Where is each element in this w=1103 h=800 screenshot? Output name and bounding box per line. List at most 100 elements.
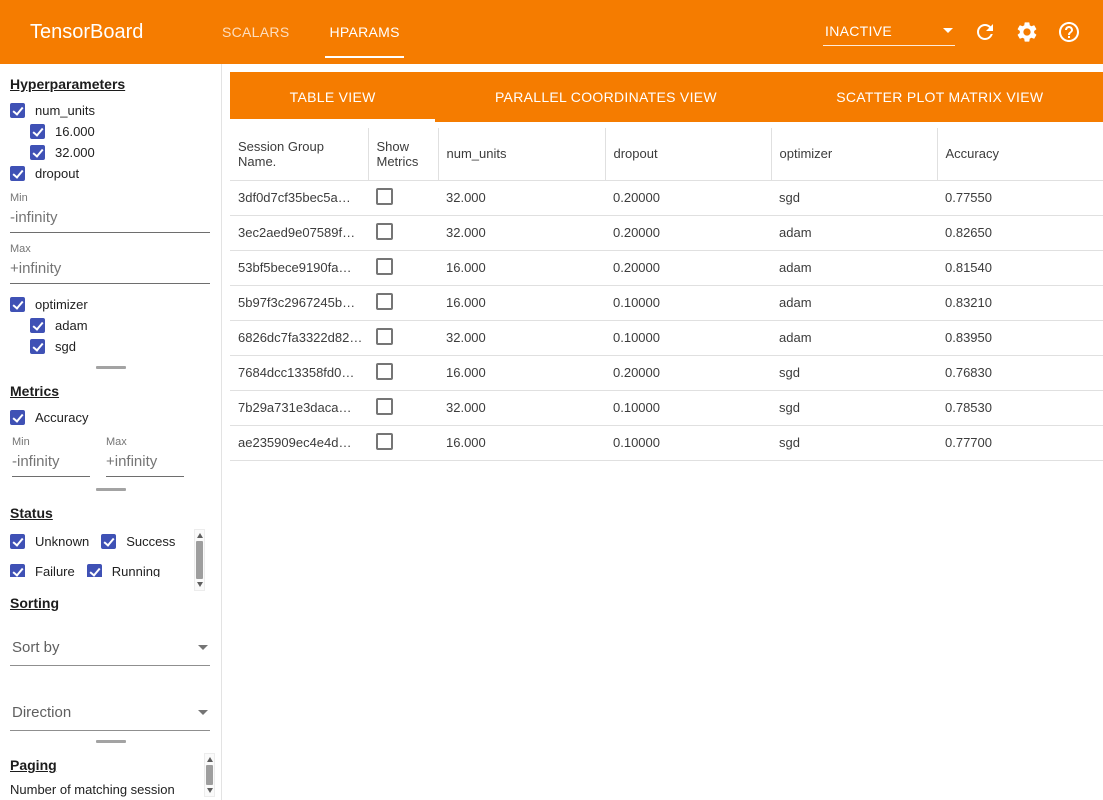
paging-scrollbar[interactable] xyxy=(204,753,215,797)
status-failure-label: Failure xyxy=(35,564,75,577)
show-metrics-checkbox[interactable] xyxy=(376,258,393,275)
column-header-optimizer[interactable]: optimizer xyxy=(771,128,937,180)
tab-parallel-coordinates-view[interactable]: PARALLEL COORDINATES VIEW xyxy=(435,72,776,122)
optimizer-cell: sgd xyxy=(771,355,937,390)
column-header-show-metrics[interactable]: Show Metrics xyxy=(368,128,438,180)
tab-table-view[interactable]: TABLE VIEW xyxy=(230,72,435,122)
scroll-down-icon[interactable] xyxy=(197,582,203,587)
accuracy-cell: 0.81540 xyxy=(937,250,1103,285)
hparam-num-units-value-16[interactable]: 16.000 xyxy=(30,121,211,142)
status-running-checkbox[interactable] xyxy=(87,564,102,577)
paging-summary: Number of matching session groups: 8 xyxy=(10,781,188,800)
show-metrics-checkbox[interactable] xyxy=(376,223,393,240)
direction-value: Direction xyxy=(12,704,71,721)
num-units-cell: 16.000 xyxy=(438,285,605,320)
optimizer-checkbox[interactable] xyxy=(10,297,25,312)
accuracy-checkbox[interactable] xyxy=(10,410,25,425)
table-row: 5b97f3c2967245b…16.0000.10000adam0.83210 xyxy=(230,285,1103,320)
status-running[interactable]: Running xyxy=(87,561,160,577)
table-row: 7b29a731e3daca…32.0000.10000sgd0.78530 xyxy=(230,390,1103,425)
metric-max-input[interactable] xyxy=(106,449,184,477)
dropout-max-input[interactable] xyxy=(10,256,210,284)
header-tabs: SCALARS HPARAMS xyxy=(202,0,420,64)
scroll-down-icon[interactable] xyxy=(207,788,213,793)
status-failure[interactable]: Failure xyxy=(10,561,75,577)
chevron-down-icon xyxy=(198,645,208,650)
column-header-num-units[interactable]: num_units xyxy=(438,128,605,180)
status-failure-checkbox[interactable] xyxy=(10,564,25,577)
metric-min-input[interactable] xyxy=(12,449,90,477)
sort-by-select[interactable]: Sort by xyxy=(10,633,210,666)
chevron-down-icon xyxy=(198,710,208,715)
show-metrics-checkbox[interactable] xyxy=(376,293,393,310)
table-row: 3df0d7cf35bec5a…32.0000.20000sgd0.77550 xyxy=(230,180,1103,215)
column-header-session-group-name[interactable]: Session Group Name. xyxy=(230,128,368,180)
metrics-heading: Metrics xyxy=(10,383,211,399)
reload-status-value: INACTIVE xyxy=(825,23,892,39)
tab-scatter-plot-matrix-view[interactable]: SCATTER PLOT MATRIX VIEW xyxy=(777,72,1103,122)
dropout-cell: 0.20000 xyxy=(605,215,771,250)
scroll-up-icon[interactable] xyxy=(207,757,213,762)
column-header-dropout[interactable]: dropout xyxy=(605,128,771,180)
content-area: Hyperparameters num_units 16.000 32.000 … xyxy=(0,64,1103,800)
num-units-32-checkbox[interactable] xyxy=(30,145,45,160)
optimizer-adam-checkbox[interactable] xyxy=(30,318,45,333)
metric-minmax-row: Min Max xyxy=(12,436,211,477)
direction-select[interactable]: Direction xyxy=(10,698,210,731)
show-metrics-checkbox[interactable] xyxy=(376,363,393,380)
scrollbar-thumb[interactable] xyxy=(196,541,203,579)
show-metrics-checkbox[interactable] xyxy=(376,398,393,415)
num-units-16-checkbox[interactable] xyxy=(30,124,45,139)
hparam-optimizer-sgd[interactable]: sgd xyxy=(30,336,211,357)
dropout-min-input[interactable] xyxy=(10,205,210,233)
dropout-cell: 0.20000 xyxy=(605,180,771,215)
gear-icon[interactable] xyxy=(1015,20,1039,44)
dropout-cell: 0.10000 xyxy=(605,320,771,355)
help-icon[interactable] xyxy=(1057,20,1081,44)
reload-status-select[interactable]: INACTIVE xyxy=(823,19,955,46)
paging-section: Paging Number of matching session groups… xyxy=(0,749,221,800)
hparam-num-units-value-32[interactable]: 32.000 xyxy=(30,142,211,163)
metric-min-group: Min xyxy=(12,436,90,477)
status-scrollbar[interactable] xyxy=(194,529,205,591)
show-metrics-checkbox[interactable] xyxy=(376,328,393,345)
status-success-checkbox[interactable] xyxy=(101,534,116,549)
hparam-optimizer[interactable]: optimizer xyxy=(10,294,211,315)
column-header-accuracy[interactable]: Accuracy xyxy=(937,128,1103,180)
metric-max-group: Max xyxy=(106,436,184,477)
section-resize-handle[interactable] xyxy=(0,733,221,749)
status-unknown[interactable]: Unknown xyxy=(10,531,89,552)
hparam-num-units[interactable]: num_units xyxy=(10,100,211,121)
section-resize-handle[interactable] xyxy=(0,481,221,497)
accuracy-cell: 0.83210 xyxy=(937,285,1103,320)
dropout-checkbox[interactable] xyxy=(10,166,25,181)
hparam-optimizer-adam[interactable]: adam xyxy=(30,315,211,336)
session-group-name-cell: 53bf5bece9190fa… xyxy=(230,250,368,285)
accuracy-cell: 0.77700 xyxy=(937,425,1103,460)
tab-hparams[interactable]: HPARAMS xyxy=(329,0,399,64)
session-group-name-cell: 7684dcc13358fd0… xyxy=(230,355,368,390)
section-resize-handle[interactable] xyxy=(0,359,221,375)
num-units-cell: 32.000 xyxy=(438,390,605,425)
metric-accuracy[interactable]: Accuracy xyxy=(10,407,211,428)
show-metrics-cell xyxy=(368,285,438,320)
status-unknown-checkbox[interactable] xyxy=(10,534,25,549)
optimizer-sgd-checkbox[interactable] xyxy=(30,339,45,354)
accuracy-cell: 0.83950 xyxy=(937,320,1103,355)
show-metrics-checkbox[interactable] xyxy=(376,188,393,205)
scroll-up-icon[interactable] xyxy=(197,533,203,538)
dropout-cell: 0.20000 xyxy=(605,250,771,285)
show-metrics-checkbox[interactable] xyxy=(376,433,393,450)
refresh-icon[interactable] xyxy=(973,20,997,44)
sorting-heading: Sorting xyxy=(10,595,211,611)
metrics-section: Metrics Accuracy Min Max xyxy=(0,375,221,481)
sidebar: Hyperparameters num_units 16.000 32.000 … xyxy=(0,64,222,800)
status-success[interactable]: Success xyxy=(101,531,175,552)
num-units-16-label: 16.000 xyxy=(55,124,95,139)
hparam-dropout[interactable]: dropout xyxy=(10,163,211,184)
hyperparameters-heading: Hyperparameters xyxy=(10,76,211,92)
tab-scalars[interactable]: SCALARS xyxy=(222,0,289,64)
scrollbar-thumb[interactable] xyxy=(206,765,213,785)
table-row: ae235909ec4e4d…16.0000.10000sgd0.77700 xyxy=(230,425,1103,460)
num-units-checkbox[interactable] xyxy=(10,103,25,118)
